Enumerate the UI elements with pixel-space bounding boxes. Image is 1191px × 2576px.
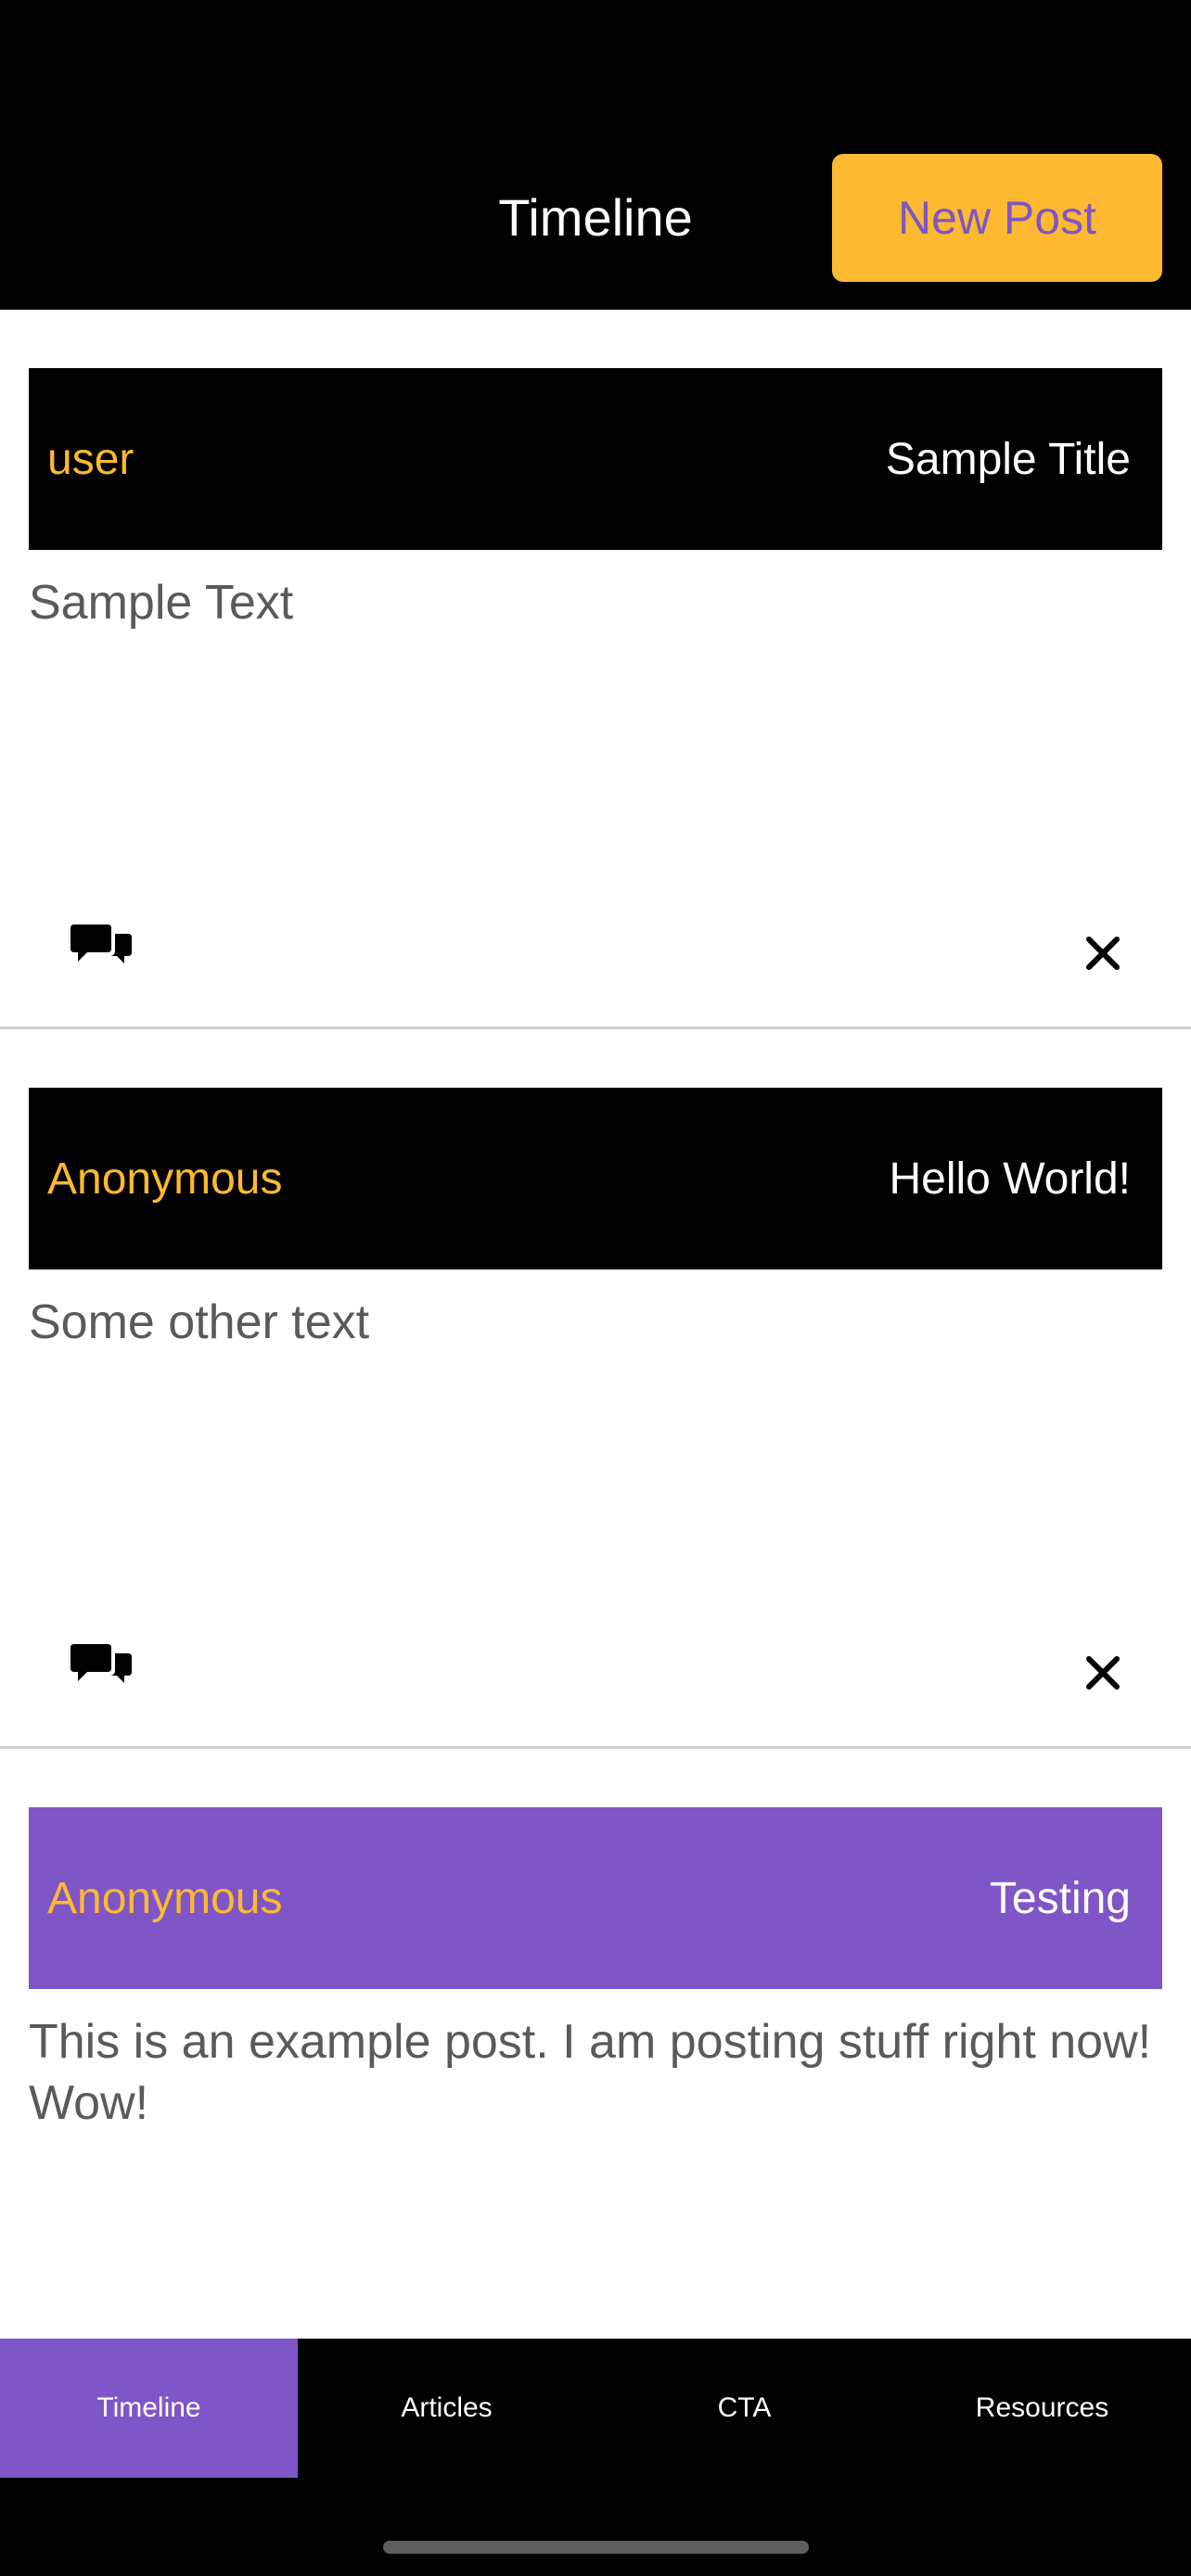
- tab-articles[interactable]: Articles: [298, 2339, 596, 2478]
- close-icon[interactable]: [1083, 1653, 1122, 1692]
- home-indicator: [383, 2541, 809, 2554]
- tab-timeline[interactable]: Timeline: [0, 2339, 298, 2478]
- post-body: Sample Text: [29, 576, 294, 630]
- post-author: Anonymous: [47, 1154, 283, 1204]
- comment-bubbles-icon[interactable]: [70, 921, 134, 980]
- close-icon[interactable]: [1083, 934, 1122, 973]
- post-header: user Sample Title: [29, 368, 1162, 550]
- tab-cta[interactable]: CTA: [596, 2339, 893, 2478]
- post-author: Anonymous: [47, 1873, 283, 1923]
- post-header: Anonymous Testing: [29, 1807, 1162, 1989]
- post-title: Sample Title: [885, 434, 1131, 484]
- post-card: user Sample Title Sample Text: [0, 310, 1191, 1029]
- post-header: Anonymous Hello World!: [29, 1088, 1162, 1269]
- comment-bubbles-icon[interactable]: [70, 1640, 134, 1700]
- post-title: Hello World!: [889, 1154, 1131, 1204]
- top-header: Timeline New Post: [0, 0, 1191, 310]
- post-body: This is an example post. I am posting st…: [29, 2015, 1152, 2130]
- post-title: Testing: [989, 1873, 1131, 1923]
- post-body: Some other text: [29, 1295, 370, 1349]
- tab-resources[interactable]: Resources: [893, 2339, 1191, 2478]
- post-author: user: [47, 434, 134, 484]
- post-card: Anonymous Hello World! Some other text: [0, 1029, 1191, 1749]
- new-post-button[interactable]: New Post: [832, 154, 1162, 282]
